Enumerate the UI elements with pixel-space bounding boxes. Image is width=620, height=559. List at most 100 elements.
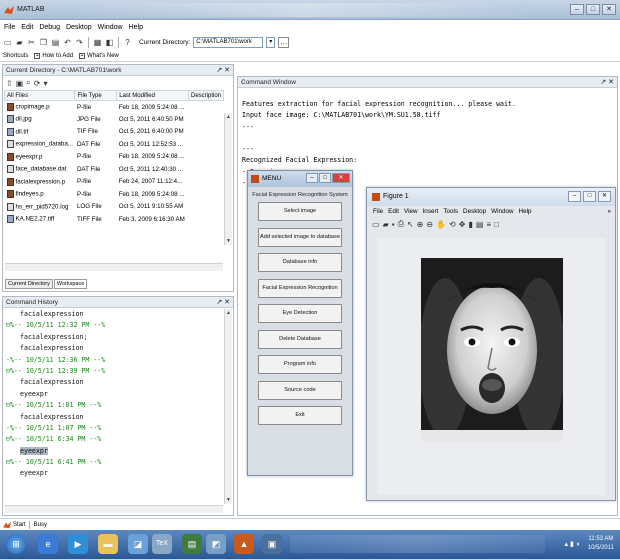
col-last-modified[interactable]: Last Modified xyxy=(116,90,189,101)
fig-menu-file[interactable]: File xyxy=(373,208,383,215)
file-row[interactable]: cropimage.p P-file Feb 18, 2009 5:24:08 ..… xyxy=(5,101,224,114)
panel-controls[interactable]: ↗ ✕ xyxy=(216,298,230,306)
shortcut-whats-new[interactable]: + What's New xyxy=(79,52,119,59)
menu-edit[interactable]: Edit xyxy=(21,24,33,31)
new-figure-icon[interactable]: ▭ xyxy=(372,220,380,229)
print-icon[interactable]: ⎙ xyxy=(398,219,404,229)
file-row[interactable]: eyeexpr.p P-file Feb 18, 2009 5:24:08 ... xyxy=(5,151,224,164)
file-row[interactable]: KA.NE2.27.tiff TIFF File Feb 3, 2009 6:16:… xyxy=(5,213,224,226)
find-icon[interactable]: ⌕ xyxy=(26,78,30,88)
history-command-row[interactable]: facialexpression; xyxy=(6,332,224,343)
refresh-icon[interactable]: ⟳ xyxy=(34,79,41,88)
panel-controls[interactable]: ↗ ✕ xyxy=(216,66,230,74)
database-info-button[interactable]: Database info xyxy=(258,253,342,272)
menu-minimize-button[interactable]: – xyxy=(306,173,318,183)
fig-menu-overflow[interactable]: » xyxy=(607,208,611,215)
scroll-down-icon[interactable]: ▼ xyxy=(225,237,232,245)
data-cursor-icon[interactable]: ✥ xyxy=(459,220,466,229)
close-button[interactable]: ✕ xyxy=(602,4,616,15)
history-scrollbar[interactable]: ▲ ▼ xyxy=(224,309,232,504)
fig-menu-desktop[interactable]: Desktop xyxy=(463,208,486,215)
matlab-taskbar-icon[interactable]: ▲ xyxy=(234,534,254,554)
program-info-button[interactable]: Program info xyxy=(258,355,342,374)
help-icon[interactable]: ? xyxy=(123,38,132,47)
app-icon[interactable]: ◩ xyxy=(206,534,226,554)
colorbar-icon[interactable]: ▮ xyxy=(468,220,472,229)
history-session-row[interactable]: -%-- 10/5/11 12:36 PM --% xyxy=(6,355,224,366)
facial-expression-recognition-button[interactable]: Facial Expression Recognition xyxy=(258,278,342,298)
fig-menu-help[interactable]: Help xyxy=(519,208,532,215)
col-description[interactable]: Description xyxy=(187,90,225,101)
maximize-button[interactable]: □ xyxy=(586,4,600,15)
col-file-type[interactable]: File Type xyxy=(74,90,118,101)
file-list-hscrollbar[interactable] xyxy=(5,263,223,271)
menu-maximize-button[interactable]: □ xyxy=(319,173,331,183)
open-icon[interactable]: ▰ xyxy=(383,220,389,229)
options-icon[interactable]: ▾ xyxy=(43,79,47,88)
rotate-icon[interactable]: ⟲ xyxy=(449,220,456,229)
up-folder-icon[interactable]: ⇧ xyxy=(6,79,13,88)
history-session-row[interactable]: ⊟%-- 10/5/11 6:34 PM --% xyxy=(6,434,224,445)
system-tray-icons[interactable]: ▴ ▮ ◖ xyxy=(565,540,580,548)
pan-icon[interactable]: ✋ xyxy=(436,220,446,229)
minimize-button[interactable]: – xyxy=(570,4,584,15)
file-row[interactable]: dil.tif TIF File Oct 5, 2011 6:40:00 PM xyxy=(5,126,224,139)
paste-icon[interactable]: ▤ xyxy=(51,38,60,47)
menu-window-titlebar[interactable]: MENU – □ ✕ xyxy=(248,171,352,187)
fig-menu-edit[interactable]: Edit xyxy=(388,208,399,215)
menu-close-button[interactable]: ✕ xyxy=(332,173,350,183)
history-session-row[interactable]: ⊟%-- 10/5/11 12:39 PM --% xyxy=(6,366,224,377)
show-tools-icon[interactable]: □ xyxy=(494,220,499,229)
redo-icon[interactable]: ↷ xyxy=(75,38,84,47)
zoom-in-icon[interactable]: ⊕ xyxy=(417,220,424,229)
file-explorer-icon[interactable]: ▬ xyxy=(98,534,118,554)
history-command-row[interactable]: eyeexpr xyxy=(6,389,224,400)
browse-folder-button[interactable]: … xyxy=(278,36,290,48)
figure-minimize-button[interactable]: – xyxy=(568,191,581,202)
history-command-row[interactable]: facialexpression xyxy=(6,343,224,354)
figure-maximize-button[interactable]: □ xyxy=(583,191,596,202)
history-session-row[interactable]: ⊟%-- 10/5/11 1:01 PM --% xyxy=(6,400,224,411)
fig-menu-insert[interactable]: Insert xyxy=(423,208,439,215)
history-session-row[interactable]: -%-- 10/5/11 1:07 PM --% xyxy=(6,423,224,434)
save-icon[interactable]: ▪ xyxy=(392,220,395,229)
source-code-button[interactable]: Source code xyxy=(258,380,342,400)
internet-explorer-icon[interactable]: e xyxy=(38,534,58,554)
scroll-up-icon[interactable]: ▲ xyxy=(225,309,232,317)
shortcut-how-to-add[interactable]: + How to Add xyxy=(34,52,73,59)
history-command-row[interactable]: eyeexpr xyxy=(6,468,224,479)
fig-menu-view[interactable]: View xyxy=(404,208,418,215)
legend-icon[interactable]: ▤ xyxy=(476,220,484,229)
menu-file[interactable]: File xyxy=(4,24,15,31)
open-folder-icon[interactable]: ▰ xyxy=(15,38,24,47)
copy-icon[interactable]: ❐ xyxy=(39,38,48,47)
history-command-row[interactable]: facialexpression xyxy=(6,377,224,388)
undo-icon[interactable]: ↶ xyxy=(63,38,72,47)
delete-database-button[interactable]: Delete Database xyxy=(258,329,342,349)
history-session-row[interactable]: ⊟%-- 10/5/11 12:32 PM --% xyxy=(6,320,224,331)
figure-close-button[interactable]: ✕ xyxy=(598,191,611,202)
simulink-icon[interactable]: ▦ xyxy=(93,38,102,47)
file-row[interactable]: hs_err_pid5720.log LOG File Oct 5, 2011 9:… xyxy=(5,201,224,214)
eye-detection-button[interactable]: Eye Detection xyxy=(258,304,342,323)
file-row[interactable]: expression_databa... DAT File Oct 5, 2011 … xyxy=(5,138,224,151)
file-list-scrollbar[interactable]: ▲ ▼ xyxy=(224,113,232,245)
matlab-start-button[interactable]: Start xyxy=(3,520,30,529)
current-dir-input[interactable]: C:\MATLAB701\work xyxy=(193,36,264,48)
file-row[interactable]: dil.jpg JPG File Oct 5, 2011 6:40:50 PM xyxy=(5,113,224,126)
scroll-up-icon[interactable]: ▲ xyxy=(225,113,232,121)
fig-menu-tools[interactable]: Tools xyxy=(443,208,458,215)
guide-icon[interactable]: ◧ xyxy=(105,38,114,47)
windows-start-orb-icon[interactable]: ⊞ xyxy=(6,534,26,554)
app-icon[interactable]: ▣ xyxy=(262,534,282,554)
history-hscrollbar[interactable] xyxy=(5,505,223,513)
file-row[interactable]: findeyes.p P-file Feb 18, 2009 5:24:08 ... xyxy=(5,188,224,201)
tab-current-directory[interactable]: Current Directory xyxy=(5,279,53,289)
history-command-row[interactable]: eyeexpr xyxy=(6,446,224,457)
history-command-row[interactable]: facialexpression xyxy=(6,309,224,320)
menu-desktop[interactable]: Desktop xyxy=(66,24,92,31)
file-row[interactable]: face_database.dat DAT File Oct 5, 2011 12:… xyxy=(5,163,224,176)
menu-window[interactable]: Window xyxy=(98,24,123,31)
current-dir-dropdown[interactable]: ▾ xyxy=(266,36,276,48)
select-image-button[interactable]: Select image xyxy=(258,202,342,221)
